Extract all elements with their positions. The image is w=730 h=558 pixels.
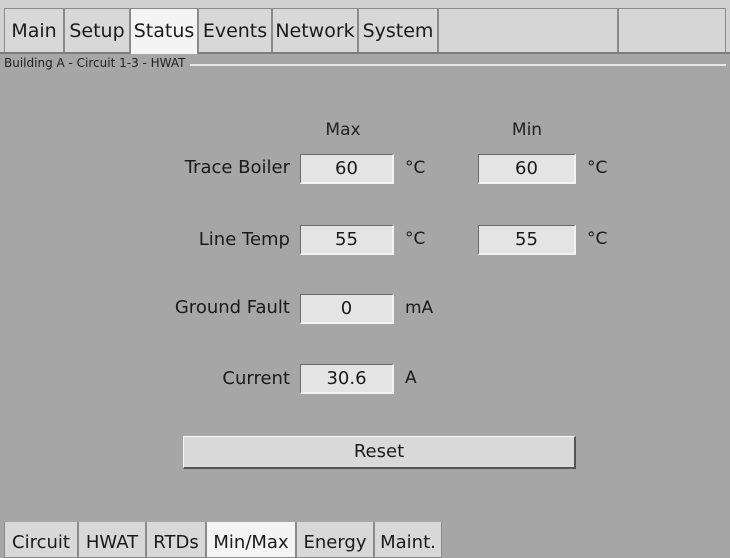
group-title: Building A - Circuit 1-3 - HWAT [0,56,190,70]
trace-boiler-min-value: 60 [478,154,576,184]
tab-system[interactable]: System [358,8,438,52]
ground-fault-label: Ground Fault [174,297,290,318]
trace-boiler-max-value: 60 [300,154,394,184]
current-unit: A [405,368,417,388]
tab-circuit[interactable]: Circuit [4,522,78,558]
tab-setup[interactable]: Setup [64,8,130,52]
reset-button[interactable]: Reset [183,436,576,469]
top-tab-bar: Main Setup Status Events Network System [0,0,730,54]
trace-boiler-min-unit: °C [587,158,608,178]
min-column-header: Min [511,120,543,140]
max-column-header: Max [325,120,361,140]
trace-boiler-max-unit: °C [405,158,426,178]
tab-energy[interactable]: Energy [296,522,374,558]
tab-network[interactable]: Network [272,8,358,52]
line-temp-max-value: 55 [300,225,394,255]
line-temp-max-unit: °C [405,229,426,249]
current-value: 30.6 [300,364,394,394]
tab-rtds[interactable]: RTDs [146,522,206,558]
tab-hwat[interactable]: HWAT [78,522,146,558]
tab-events[interactable]: Events [198,8,272,52]
bottom-tab-bar: Circuit HWAT RTDs Min/Max Energy Maint. [0,522,730,558]
line-temp-min-unit: °C [587,229,608,249]
ground-fault-value: 0 [300,294,394,324]
line-temp-label: Line Temp [198,229,290,250]
tab-status[interactable]: Status [130,8,198,54]
ground-fault-unit: mA [405,298,434,318]
tab-main[interactable]: Main [4,8,64,52]
trace-boiler-label: Trace Boiler [184,157,290,178]
tab-maint[interactable]: Maint. [374,522,442,558]
tab-spacer-end [618,8,726,52]
tab-spacer [438,8,618,52]
current-label: Current [222,368,290,389]
tab-min-max[interactable]: Min/Max [206,522,296,558]
line-temp-min-value: 55 [478,225,576,255]
